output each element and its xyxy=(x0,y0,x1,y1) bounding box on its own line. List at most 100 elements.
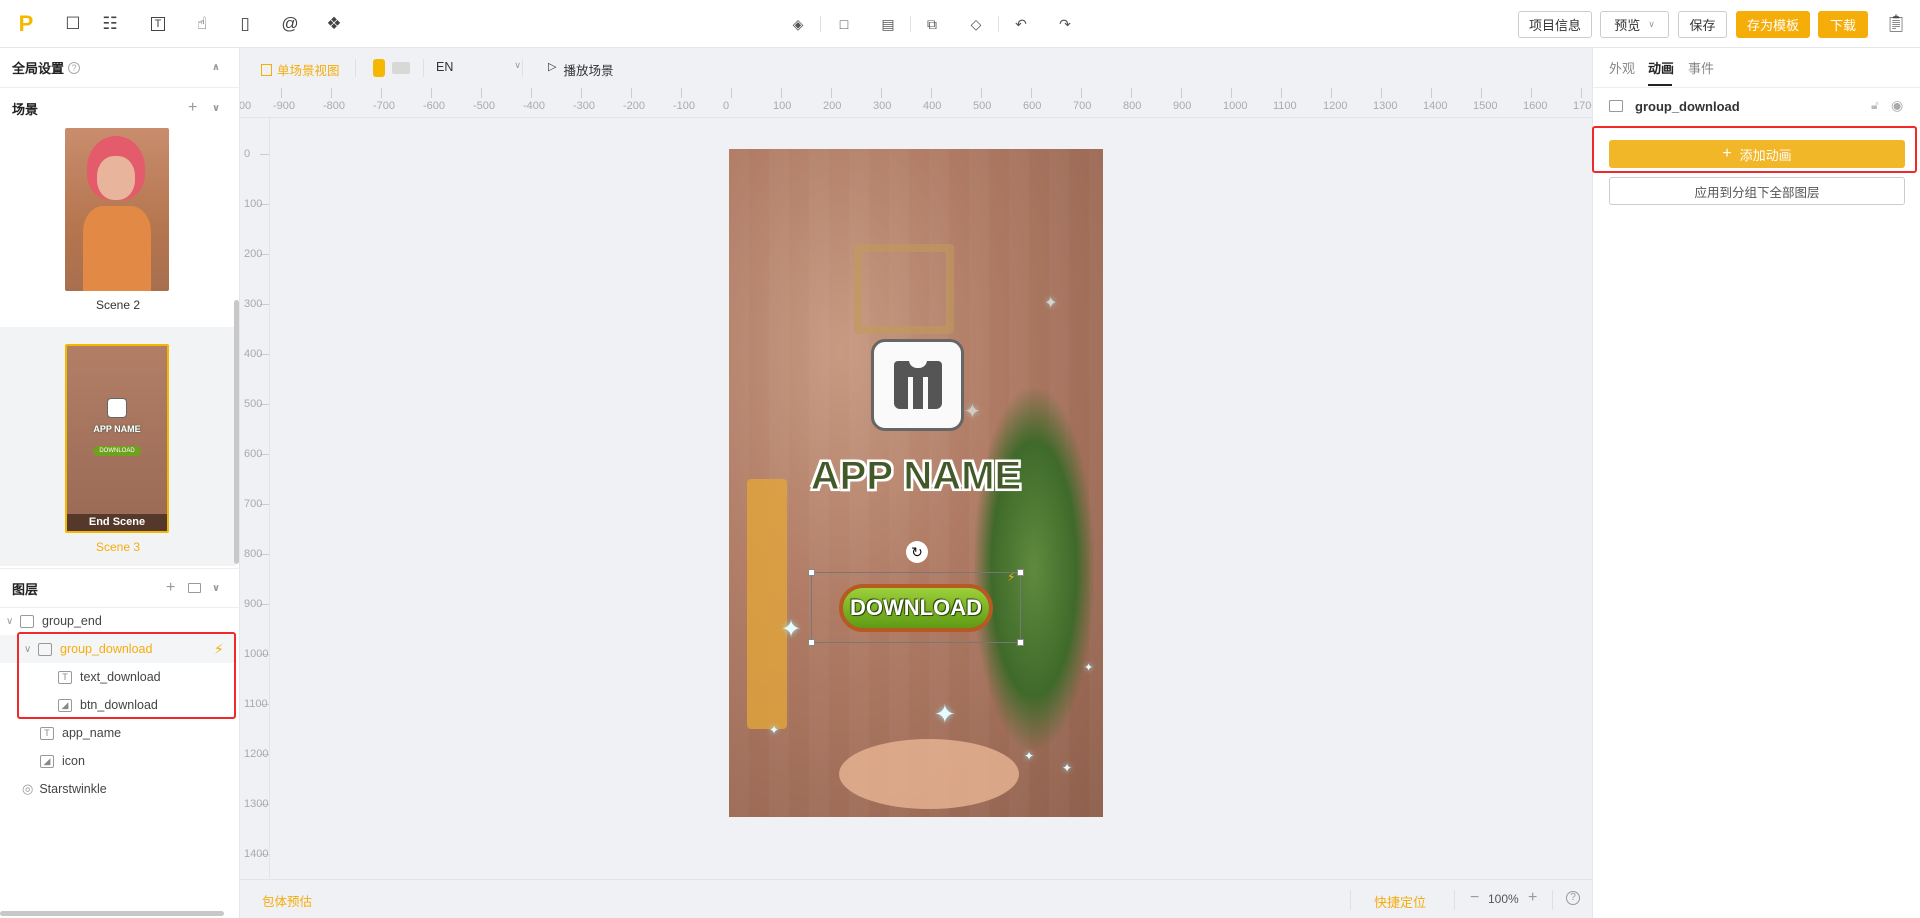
language-select[interactable]: EN ∨ xyxy=(436,60,521,74)
ruler-label: 700 xyxy=(1073,100,1092,112)
play-scene-button[interactable]: ▷ 播放场景 xyxy=(548,60,613,79)
chevron-down-icon[interactable]: ∨ xyxy=(212,103,220,114)
ruler-tick xyxy=(1131,88,1132,98)
ruler-label: 1100 xyxy=(244,698,268,710)
vertical-ruler: 0 100 200 300 400 500 600 700 800 900 1000 1100 1200… xyxy=(240,118,270,878)
horizontal-scrollbar[interactable] xyxy=(0,911,224,916)
project-info-button[interactable]: 项目信息 xyxy=(1518,11,1592,38)
scene-3-thumbnail[interactable]: APP NAME DOWNLOAD End Scene xyxy=(65,344,169,533)
layer-app-name[interactable]: Tapp_name xyxy=(0,719,236,747)
tab-animation[interactable]: 动画 xyxy=(1648,58,1674,77)
tab-appearance[interactable]: 外观 xyxy=(1609,58,1635,77)
eye-icon[interactable]: ◉ xyxy=(1891,97,1903,114)
particle-effect-icon: ◎ xyxy=(22,781,34,796)
touch-icon[interactable]: ☝ xyxy=(190,12,214,36)
apply-to-all-layers-button[interactable]: 应用到分组下全部图层 xyxy=(1609,177,1905,205)
help-icon[interactable]: ? xyxy=(68,61,81,74)
ruler-tick xyxy=(881,88,882,98)
redo-icon[interactable]: ↷ xyxy=(1055,14,1075,34)
ruler-label: -200 xyxy=(623,100,646,112)
scene-3-label: Scene 3 xyxy=(95,540,141,554)
rotate-handle-icon[interactable]: ↻ xyxy=(906,541,928,563)
global-settings-header[interactable]: 全局设置 ? ∧ xyxy=(0,48,240,88)
layout-icon[interactable]: ☷ xyxy=(98,12,122,36)
preview-label: 预览 xyxy=(1614,18,1641,33)
ruler-tick xyxy=(281,88,282,98)
logo-icon[interactable]: P xyxy=(14,11,38,36)
zoom-out-button[interactable]: − xyxy=(1470,889,1479,907)
resize-handle[interactable] xyxy=(808,569,815,576)
save-template-button[interactable]: 存为模板 xyxy=(1736,11,1810,38)
chevron-down-icon: ∨ xyxy=(514,60,521,70)
color-swatch-yellow[interactable] xyxy=(373,59,385,77)
ruler-tick xyxy=(1431,88,1432,98)
canvas-toolbar: 单场景视图 EN ∨ ▷ 播放场景 xyxy=(240,48,1592,88)
ruler-tick xyxy=(1381,88,1382,98)
eraser-icon[interactable]: ◇ xyxy=(966,14,986,34)
lock-icon[interactable]: 🔓︎ xyxy=(1871,98,1879,113)
chevron-down-icon[interactable]: ∨ xyxy=(6,616,20,627)
at-icon[interactable]: @ xyxy=(278,12,302,36)
resize-handle[interactable] xyxy=(1017,569,1024,576)
quick-locate-button[interactable]: 快捷定位 xyxy=(1374,892,1426,911)
add-layer-icon[interactable]: + xyxy=(166,579,175,597)
undo-icon[interactable]: ↶ xyxy=(1011,14,1031,34)
ruler-label: 500 xyxy=(244,398,263,410)
layer-icon[interactable]: ◢ icon xyxy=(0,747,236,775)
new-file-icon[interactable]: □ xyxy=(834,14,854,34)
ruler-tick xyxy=(1531,88,1532,98)
layer-group-end[interactable]: ∨ group_end xyxy=(0,607,236,635)
mini-icon xyxy=(107,398,127,418)
end-scene-label: End Scene xyxy=(67,514,167,531)
chevron-down-icon[interactable]: ∨ xyxy=(212,583,220,594)
ruler-label: 0 xyxy=(244,148,251,160)
scene-view-icon xyxy=(261,63,272,76)
ruler-label: 400 xyxy=(923,100,942,112)
resize-handle[interactable] xyxy=(1017,639,1024,646)
clipboard-check-icon[interactable]: 📋︎ xyxy=(1884,12,1908,36)
text-layer-icon: T xyxy=(40,726,54,740)
ruler-tick xyxy=(1581,88,1582,98)
device-icon[interactable]: ▯ xyxy=(233,12,257,36)
preview-dropdown[interactable]: 预览 ∨ xyxy=(1600,11,1669,38)
layer-starstwinkle[interactable]: ◎ Starstwinkle xyxy=(0,775,236,803)
help-icon[interactable]: ? xyxy=(1566,891,1580,905)
scenes-header: 场景 + ∨ xyxy=(0,88,240,128)
app-logo-icon xyxy=(893,360,942,409)
app-icon[interactable] xyxy=(871,339,964,431)
selected-object-name: group_download xyxy=(1635,99,1740,114)
inbox-icon[interactable]: ☐ xyxy=(61,12,85,36)
app-name-text[interactable]: APP NAME xyxy=(729,454,1103,499)
chevron-up-icon[interactable]: ∧ xyxy=(212,62,220,73)
artboard[interactable]: APP NAME ↻ ⚡︎ DOWNLOAD ✦ ✦ ✦ ✦ ✦ ✦ ✦ ✦ xyxy=(729,149,1103,817)
mirror-frame xyxy=(854,244,954,334)
download-cta-button[interactable]: DOWNLOAD xyxy=(839,584,993,632)
scene-2-thumbnail[interactable] xyxy=(65,128,169,291)
package-estimate-link[interactable]: 包体预估 xyxy=(262,891,312,910)
open-folder-icon[interactable]: ▤ xyxy=(878,14,898,34)
ruler-label: -300 xyxy=(573,100,596,112)
ruler-label: 1500 xyxy=(1473,100,1498,112)
download-button[interactable]: 下载 xyxy=(1818,11,1868,38)
text-icon[interactable]: T xyxy=(146,12,170,36)
save-button[interactable]: 保存 xyxy=(1678,11,1727,38)
single-scene-view-button[interactable]: 单场景视图 xyxy=(261,60,340,79)
rug xyxy=(839,739,1019,809)
resize-handle[interactable] xyxy=(808,639,815,646)
add-animation-button[interactable]: + 添加动画 xyxy=(1609,140,1905,168)
add-scene-icon[interactable]: + xyxy=(188,99,197,117)
ruler-label: 1600 xyxy=(1523,100,1548,112)
zoom-in-button[interactable]: + xyxy=(1528,889,1537,907)
ruler-label: 1400 xyxy=(1423,100,1448,112)
tab-events[interactable]: 事件 xyxy=(1688,58,1714,77)
folder-icon[interactable] xyxy=(188,583,201,593)
color-swatch-gray[interactable] xyxy=(392,62,410,74)
chevron-down-icon: ∨ xyxy=(1648,19,1655,29)
ruler-label: 1300 xyxy=(244,798,269,810)
plugin-icon[interactable]: ❖ xyxy=(322,12,346,36)
copy-icon[interactable]: ⧉ xyxy=(922,14,942,34)
scenes-scrollbar[interactable] xyxy=(234,300,239,564)
layers-header: 图层 + ∨ xyxy=(0,568,240,608)
ruler-label: 1100 xyxy=(1273,100,1297,112)
layers-icon[interactable]: ◈ xyxy=(788,14,808,34)
